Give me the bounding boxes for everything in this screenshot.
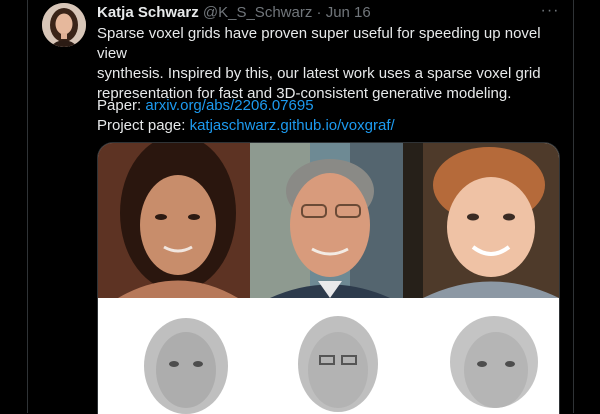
tweet-date[interactable]: Jun 16 xyxy=(326,4,371,21)
tweet-text-line: synthesis. Inspired by this, our latest … xyxy=(97,65,541,82)
media-photo-man xyxy=(250,143,403,298)
separator-dot: · xyxy=(316,4,322,21)
paper-link[interactable]: arxiv.org/abs/2206.07695 xyxy=(145,97,313,114)
avatar-image xyxy=(42,3,86,47)
voxel-render-child xyxy=(450,316,538,408)
paper-label: Paper: xyxy=(97,97,146,114)
project-line: Project page: katjaschwarz.github.io/vox… xyxy=(97,116,395,136)
project-link[interactable]: katjaschwarz.github.io/voxgraf/ xyxy=(190,117,395,134)
voxel-render-woman xyxy=(144,318,228,414)
voxel-renders xyxy=(98,298,559,414)
tweet-text-line: Sparse voxel grids have proven super use… xyxy=(97,25,541,62)
author-name[interactable]: Katja Schwarz xyxy=(97,4,199,21)
tweet-header: Katja Schwarz @K_S_Schwarz · Jun 16 xyxy=(97,4,371,24)
voxel-render-man xyxy=(298,316,378,412)
paper-line: Paper: arxiv.org/abs/2206.07695 xyxy=(97,96,314,116)
tweet-media[interactable] xyxy=(97,142,560,414)
media-photo-woman xyxy=(98,143,250,298)
more-icon[interactable]: ··· xyxy=(537,0,563,22)
tweet-text: Sparse voxel grids have proven super use… xyxy=(97,24,567,104)
timeline-border-right xyxy=(573,0,574,413)
avatar[interactable] xyxy=(42,3,86,47)
media-photo-child xyxy=(403,143,559,298)
project-label: Project page: xyxy=(97,117,190,134)
author-handle[interactable]: @K_S_Schwarz xyxy=(203,4,312,21)
timeline-border-left xyxy=(27,0,28,413)
